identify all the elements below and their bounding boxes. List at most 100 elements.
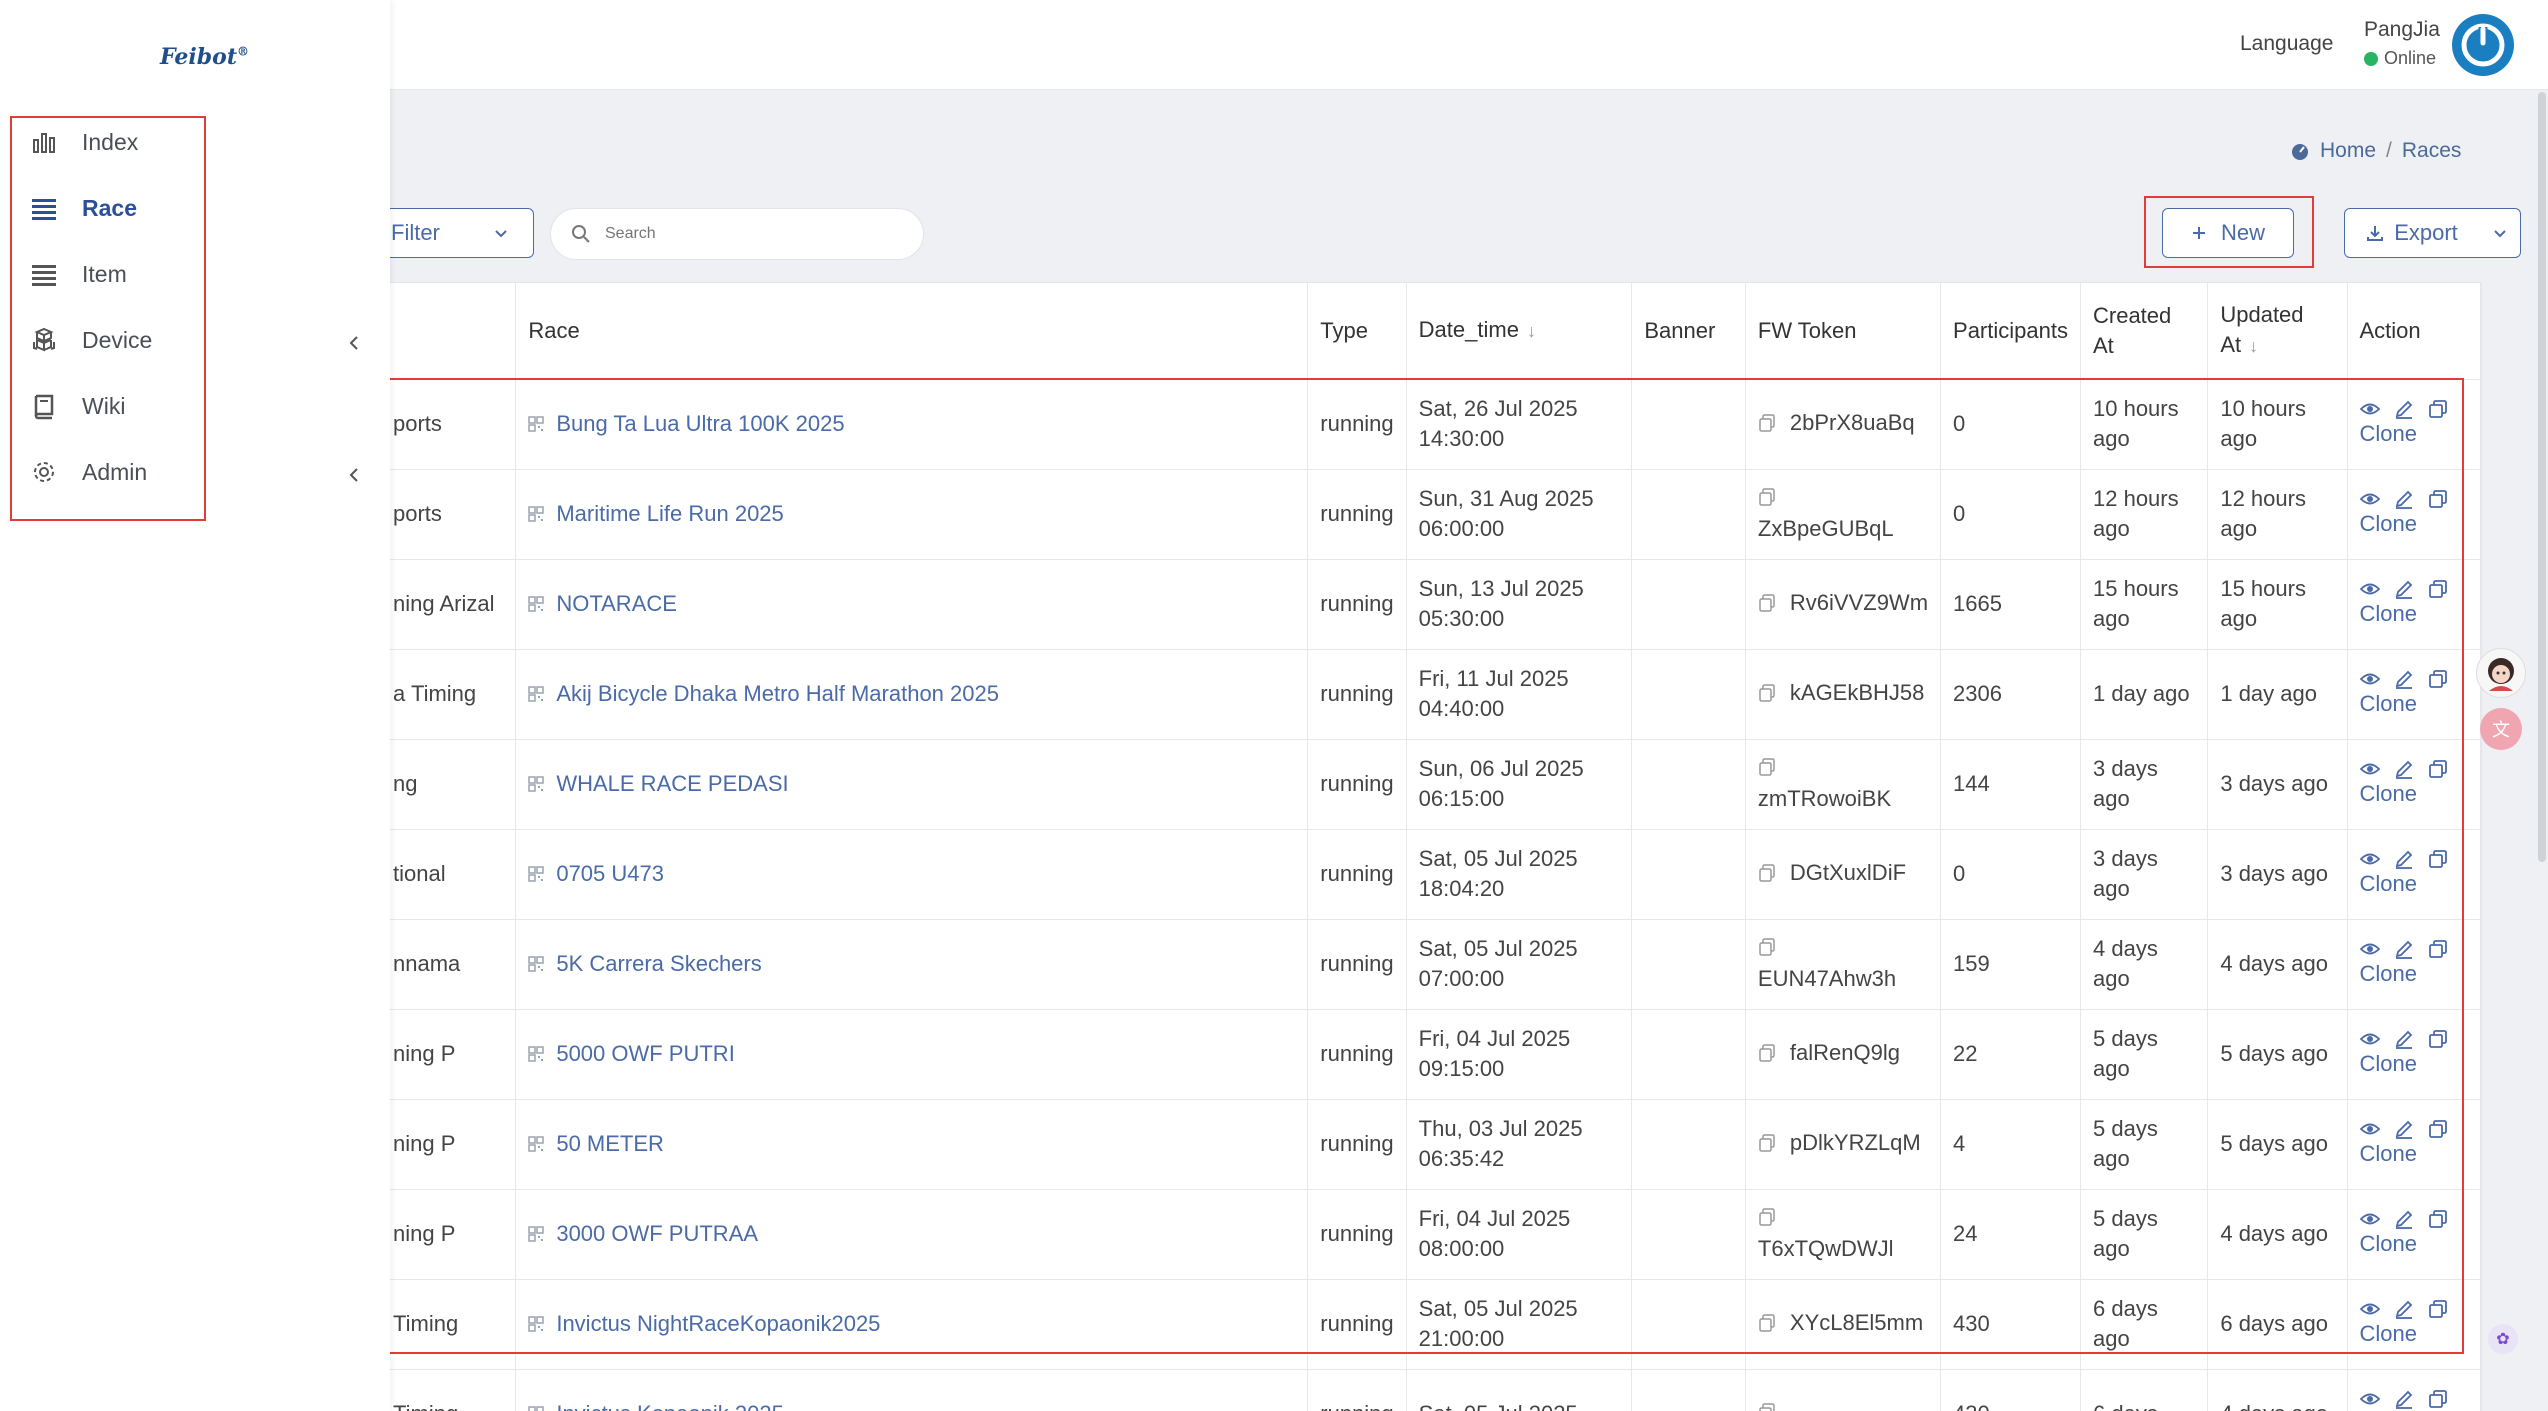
copy-icon[interactable] — [1758, 1134, 1776, 1152]
edit-pencil-icon[interactable] — [2394, 1209, 2414, 1229]
copy-icon[interactable] — [1758, 1044, 1776, 1062]
view-eye-icon[interactable] — [2359, 849, 2380, 869]
qrcode-icon[interactable] — [528, 776, 545, 792]
chevron-left-icon[interactable] — [344, 333, 364, 353]
clone-link[interactable]: Clone — [2360, 959, 2469, 989]
qrcode-icon[interactable] — [528, 416, 545, 432]
edit-pencil-icon[interactable] — [2394, 489, 2414, 509]
clone-link[interactable]: Clone — [2360, 419, 2469, 449]
qrcode-icon[interactable] — [528, 1226, 545, 1242]
qrcode-icon[interactable] — [528, 1136, 545, 1152]
copy-icon[interactable] — [1758, 938, 1776, 956]
user-info[interactable]: PangJia Online — [2364, 18, 2440, 69]
qrcode-icon[interactable] — [528, 1046, 545, 1062]
clone-icon[interactable] — [2428, 669, 2448, 689]
edit-pencil-icon[interactable] — [2394, 849, 2414, 869]
race-link[interactable]: Akij Bicycle Dhaka Metro Half Marathon 2… — [556, 679, 999, 709]
col-fw-token[interactable]: FW Token — [1745, 283, 1942, 380]
edit-pencil-icon[interactable] — [2394, 579, 2414, 599]
qrcode-icon[interactable] — [528, 686, 545, 702]
clone-link[interactable]: Clone — [2360, 599, 2469, 629]
sidebar-item-device[interactable]: Device — [30, 320, 152, 360]
copy-icon[interactable] — [1758, 414, 1776, 432]
race-link[interactable]: Maritime Life Run 2025 — [556, 499, 783, 529]
clone-icon[interactable] — [2428, 1389, 2448, 1409]
copy-icon[interactable] — [1758, 864, 1776, 882]
clone-icon[interactable] — [2428, 939, 2448, 959]
copy-icon[interactable] — [1758, 758, 1776, 776]
clone-link[interactable]: Clone — [2360, 779, 2469, 809]
chevron-left-icon[interactable] — [344, 465, 364, 485]
qrcode-icon[interactable] — [528, 1406, 545, 1411]
clone-link[interactable]: Clone — [2360, 869, 2469, 899]
sidebar-item-wiki[interactable]: Wiki — [30, 386, 125, 426]
view-eye-icon[interactable] — [2359, 1209, 2380, 1229]
clone-icon[interactable] — [2428, 1029, 2448, 1049]
edit-pencil-icon[interactable] — [2394, 759, 2414, 779]
clone-link[interactable]: Clone — [2360, 689, 2469, 719]
sidebar-item-race[interactable]: Race — [30, 188, 137, 228]
edit-pencil-icon[interactable] — [2394, 1389, 2414, 1409]
assistant-avatar-icon[interactable] — [2476, 648, 2526, 698]
race-link[interactable]: Bung Ta Lua Ultra 100K 2025 — [556, 409, 844, 439]
copy-icon[interactable] — [1758, 488, 1776, 506]
copy-icon[interactable] — [1758, 1208, 1776, 1226]
scrollbar[interactable] — [2538, 92, 2546, 862]
race-link[interactable]: Invictus Kopaonik 2025 — [556, 1399, 784, 1411]
clone-icon[interactable] — [2428, 849, 2448, 869]
sort-down-icon[interactable]: ↓ — [1527, 321, 1536, 341]
copy-icon[interactable] — [1758, 684, 1776, 702]
app-logo[interactable]: Feibot® — [160, 44, 249, 70]
view-eye-icon[interactable] — [2359, 1389, 2380, 1409]
sidebar-item-item[interactable]: Item — [30, 254, 127, 294]
clone-link[interactable]: Clone — [2360, 1049, 2469, 1079]
edit-pencil-icon[interactable] — [2394, 939, 2414, 959]
view-eye-icon[interactable] — [2359, 1029, 2380, 1049]
col-race[interactable]: Race — [515, 283, 1309, 380]
race-link[interactable]: WHALE RACE PEDASI — [556, 769, 788, 799]
edit-pencil-icon[interactable] — [2394, 399, 2414, 419]
clone-icon[interactable] — [2428, 489, 2448, 509]
edit-pencil-icon[interactable] — [2394, 1299, 2414, 1319]
qrcode-icon[interactable] — [528, 1316, 545, 1332]
clone-icon[interactable] — [2428, 1119, 2448, 1139]
breadcrumb-current[interactable]: Races — [2402, 139, 2462, 163]
view-eye-icon[interactable] — [2359, 669, 2380, 689]
view-eye-icon[interactable] — [2359, 579, 2380, 599]
race-link[interactable]: NOTARACE — [556, 589, 677, 619]
clone-icon[interactable] — [2428, 579, 2448, 599]
col-date-time[interactable]: Date_time ↓ — [1406, 283, 1633, 380]
view-eye-icon[interactable] — [2359, 1299, 2380, 1319]
translate-icon[interactable]: 文 — [2480, 708, 2522, 750]
edit-pencil-icon[interactable] — [2394, 1029, 2414, 1049]
clone-icon[interactable] — [2428, 759, 2448, 779]
col-created-at[interactable]: Created At — [2080, 283, 2209, 380]
copy-icon[interactable] — [1758, 1403, 1776, 1411]
copy-icon[interactable] — [1758, 594, 1776, 612]
edit-pencil-icon[interactable] — [2394, 669, 2414, 689]
new-button[interactable]: New — [2162, 208, 2294, 258]
qrcode-icon[interactable] — [528, 596, 545, 612]
clone-icon[interactable] — [2428, 1209, 2448, 1229]
view-eye-icon[interactable] — [2359, 489, 2380, 509]
clone-icon[interactable] — [2428, 1299, 2448, 1319]
clone-link[interactable]: Clone — [2360, 509, 2469, 539]
export-button[interactable]: Export — [2344, 208, 2480, 258]
clone-icon[interactable] — [2428, 399, 2448, 419]
qrcode-icon[interactable] — [528, 506, 545, 522]
qrcode-icon[interactable] — [528, 866, 545, 882]
race-link[interactable]: 0705 U473 — [556, 859, 664, 889]
export-dropdown-button[interactable] — [2479, 208, 2521, 258]
search-box[interactable] — [550, 208, 924, 260]
breadcrumb-home[interactable]: Home — [2320, 139, 2376, 163]
race-link[interactable]: 50 METER — [556, 1129, 664, 1159]
col-participants[interactable]: Participants — [1940, 283, 2081, 380]
language-menu[interactable]: Language — [2240, 32, 2333, 56]
power-avatar-icon[interactable] — [2452, 14, 2514, 76]
col-updated-at[interactable]: Updated At ↓ — [2207, 283, 2348, 380]
col-type[interactable]: Type — [1307, 283, 1407, 380]
view-eye-icon[interactable] — [2359, 1119, 2380, 1139]
copy-icon[interactable] — [1758, 1314, 1776, 1332]
sidebar-item-admin[interactable]: Admin — [30, 452, 147, 492]
ai-brain-icon[interactable]: ✿ — [2488, 1324, 2518, 1354]
